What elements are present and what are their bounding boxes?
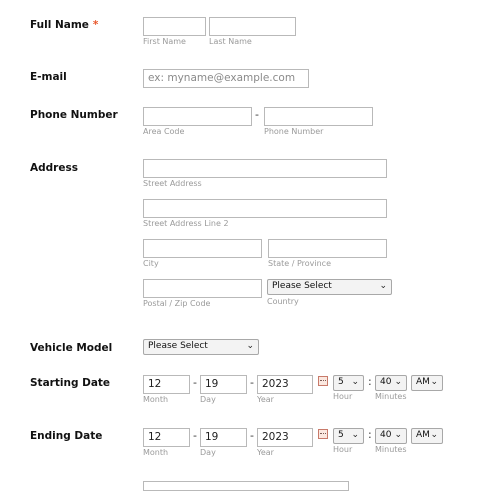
calendar-icon[interactable] (318, 376, 328, 386)
chevron-down-icon: ⌄ (430, 430, 438, 440)
ending-hour-select[interactable]: 5 ⌄ (333, 428, 364, 444)
chevron-down-icon: ⌄ (394, 430, 402, 440)
last-name-input[interactable] (209, 17, 296, 36)
street-address-sublabel: Street Address (143, 179, 202, 188)
starting-year-input[interactable]: 2023 (257, 375, 313, 394)
starting-day-sublabel: Day (200, 395, 216, 404)
postal-zip-input[interactable] (143, 279, 262, 298)
starting-time-colon: : (368, 375, 372, 388)
street-address-line2-sublabel: Street Address Line 2 (143, 219, 229, 228)
starting-date-dash-1: - (193, 376, 197, 389)
starting-date-dash-2: - (250, 376, 254, 389)
starting-minutes-select[interactable]: 40 ⌄ (375, 375, 407, 391)
ending-hour-value: 5 (338, 430, 344, 440)
postal-zip-sublabel: Postal / Zip Code (143, 299, 211, 308)
first-name-input[interactable] (143, 17, 206, 36)
ending-minutes-value: 40 (380, 430, 392, 440)
ending-minutes-sublabel: Minutes (375, 445, 407, 454)
starting-year-sublabel: Year (257, 395, 274, 404)
ending-date-dash-2: - (250, 429, 254, 442)
starting-date-label: Starting Date (30, 377, 111, 389)
chevron-down-icon: ⌄ (351, 430, 359, 440)
state-province-input[interactable] (268, 239, 387, 258)
vehicle-model-label: Vehicle Model (30, 342, 113, 354)
area-code-sublabel: Area Code (143, 127, 185, 136)
full-name-label-text: Full Name (30, 19, 89, 31)
country-sublabel: Country (267, 297, 299, 306)
ending-year-sublabel: Year (257, 448, 274, 457)
chevron-down-icon: ⌄ (379, 281, 387, 291)
last-name-sublabel: Last Name (209, 37, 252, 46)
ending-day-input[interactable]: 19 (200, 428, 247, 447)
starting-ampm-select[interactable]: AM ⌄ (411, 375, 443, 391)
state-province-sublabel: State / Province (268, 259, 331, 268)
ending-date-dash-1: - (193, 429, 197, 442)
ending-minutes-select[interactable]: 40 ⌄ (375, 428, 407, 444)
city-sublabel: City (143, 259, 159, 268)
vehicle-model-select-value: Please Select (148, 341, 208, 351)
starting-hour-select[interactable]: 5 ⌄ (333, 375, 364, 391)
first-name-sublabel: First Name (143, 37, 186, 46)
ending-ampm-select[interactable]: AM ⌄ (411, 428, 443, 444)
email-field[interactable]: ex: myname@example.com (143, 69, 309, 88)
starting-day-input[interactable]: 19 (200, 375, 247, 394)
ending-hour-sublabel: Hour (333, 445, 353, 454)
starting-month-sublabel: Month (143, 395, 169, 404)
area-code-input[interactable] (143, 107, 252, 126)
ending-year-input[interactable]: 2023 (257, 428, 313, 447)
address-label: Address (30, 162, 78, 174)
phone-number-sublabel: Phone Number (264, 127, 324, 136)
starting-month-input[interactable]: 12 (143, 375, 190, 394)
country-select[interactable]: Please Select ⌄ (267, 279, 392, 295)
starting-minutes-sublabel: Minutes (375, 392, 407, 401)
phone-number-input[interactable] (264, 107, 373, 126)
ending-time-colon: : (368, 428, 372, 441)
starting-minutes-value: 40 (380, 377, 392, 387)
starting-ampm-value: AM (416, 377, 430, 387)
phone-dash: - (255, 108, 259, 121)
chevron-down-icon: ⌄ (246, 341, 254, 351)
country-select-value: Please Select (272, 281, 332, 291)
ending-day-sublabel: Day (200, 448, 216, 457)
calendar-icon[interactable] (318, 429, 328, 439)
full-name-label: Full Name * (30, 19, 98, 31)
ending-date-label: Ending Date (30, 430, 103, 442)
email-label: E-mail (30, 71, 67, 83)
starting-hour-value: 5 (338, 377, 344, 387)
next-field-input[interactable] (143, 481, 349, 491)
chevron-down-icon: ⌄ (394, 377, 402, 387)
ending-month-input[interactable]: 12 (143, 428, 190, 447)
chevron-down-icon: ⌄ (430, 377, 438, 387)
phone-number-label: Phone Number (30, 109, 118, 121)
ending-ampm-value: AM (416, 430, 430, 440)
required-asterisk: * (92, 19, 99, 31)
vehicle-model-select[interactable]: Please Select ⌄ (143, 339, 259, 355)
street-address-input[interactable] (143, 159, 387, 178)
city-input[interactable] (143, 239, 262, 258)
street-address-line2-input[interactable] (143, 199, 387, 218)
starting-hour-sublabel: Hour (333, 392, 353, 401)
ending-month-sublabel: Month (143, 448, 169, 457)
chevron-down-icon: ⌄ (351, 377, 359, 387)
